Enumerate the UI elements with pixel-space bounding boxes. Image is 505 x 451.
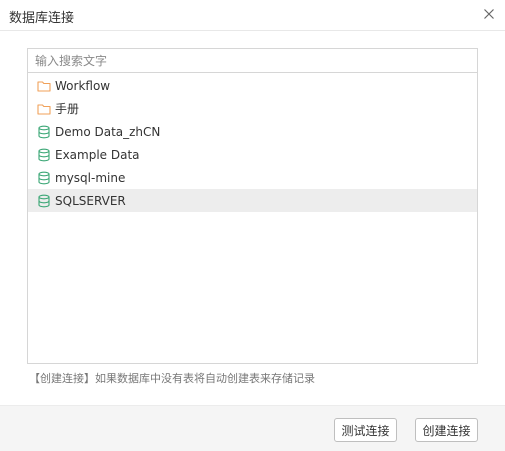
list-item-label: mysql-mine (55, 170, 126, 185)
search-input[interactable] (28, 49, 477, 73)
dialog-header: 数据库连接 (0, 0, 505, 31)
database-icon (37, 194, 51, 208)
list-item-workflow[interactable]: Workflow (28, 74, 477, 97)
folder-icon (37, 102, 51, 116)
test-connection-button[interactable]: 测试连接 (334, 418, 397, 442)
list-item-manual[interactable]: 手册 (28, 97, 477, 120)
database-icon (37, 171, 51, 185)
dialog-title: 数据库连接 (9, 11, 75, 26)
list-item-example-data[interactable]: Example Data (28, 143, 477, 166)
database-connection-dialog: 数据库连接 Workflow 手册 (0, 0, 505, 451)
list-item-label: 手册 (55, 102, 80, 116)
database-icon (37, 148, 51, 162)
database-icon (37, 125, 51, 139)
list-item-label: Workflow (55, 78, 111, 93)
connection-list: Workflow 手册 Demo Data_zhCN Example Data (28, 74, 477, 212)
list-item-label: SQLSERVER (55, 193, 126, 208)
close-icon[interactable] (481, 6, 497, 22)
connection-list-panel: Workflow 手册 Demo Data_zhCN Example Data (27, 48, 478, 364)
create-connection-button[interactable]: 创建连接 (415, 418, 478, 442)
create-connection-hint: 【创建连接】如果数据库中没有表将自动创建表来存储记录 (29, 372, 315, 385)
folder-icon (37, 79, 51, 93)
list-item-sqlserver[interactable]: SQLSERVER (28, 189, 477, 212)
list-item-label: Example Data (55, 147, 140, 162)
list-item-mysql-mine[interactable]: mysql-mine (28, 166, 477, 189)
dialog-footer: 测试连接 创建连接 (0, 405, 505, 451)
list-item-label: Demo Data_zhCN (55, 124, 161, 139)
list-item-demo-data[interactable]: Demo Data_zhCN (28, 120, 477, 143)
